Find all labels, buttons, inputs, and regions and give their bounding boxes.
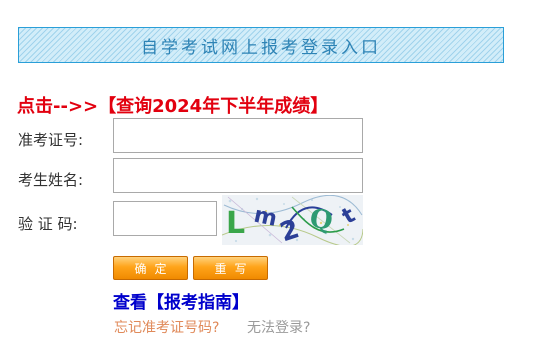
captcha-input[interactable] [113,201,217,236]
cannot-login-link[interactable]: 无法登录? [247,317,310,337]
exam-id-label: 准考证号: [18,131,84,149]
name-input[interactable] [113,158,363,193]
login-banner: 自学考试网上报考登录入口 [18,27,504,63]
captcha-image[interactable]: L m 2 Q t [222,195,363,245]
forgot-exam-id-link[interactable]: 忘记准考证号码? [114,317,219,337]
confirm-button[interactable]: 确定 [113,256,188,280]
name-label: 考生姓名: [18,171,84,189]
banner-title: 自学考试网上报考登录入口 [141,37,381,58]
captcha-label: 验 证 码: [18,215,78,233]
reset-button[interactable]: 重写 [193,256,268,280]
score-query-link[interactable]: 点击-->>【查询2024年下半年成绩】 [17,92,328,118]
exam-guide-link[interactable]: 查看【报考指南】 [113,288,249,313]
captcha-char-4: Q [308,204,335,237]
captcha-char-1: L [226,206,245,241]
exam-id-input[interactable] [113,118,363,153]
